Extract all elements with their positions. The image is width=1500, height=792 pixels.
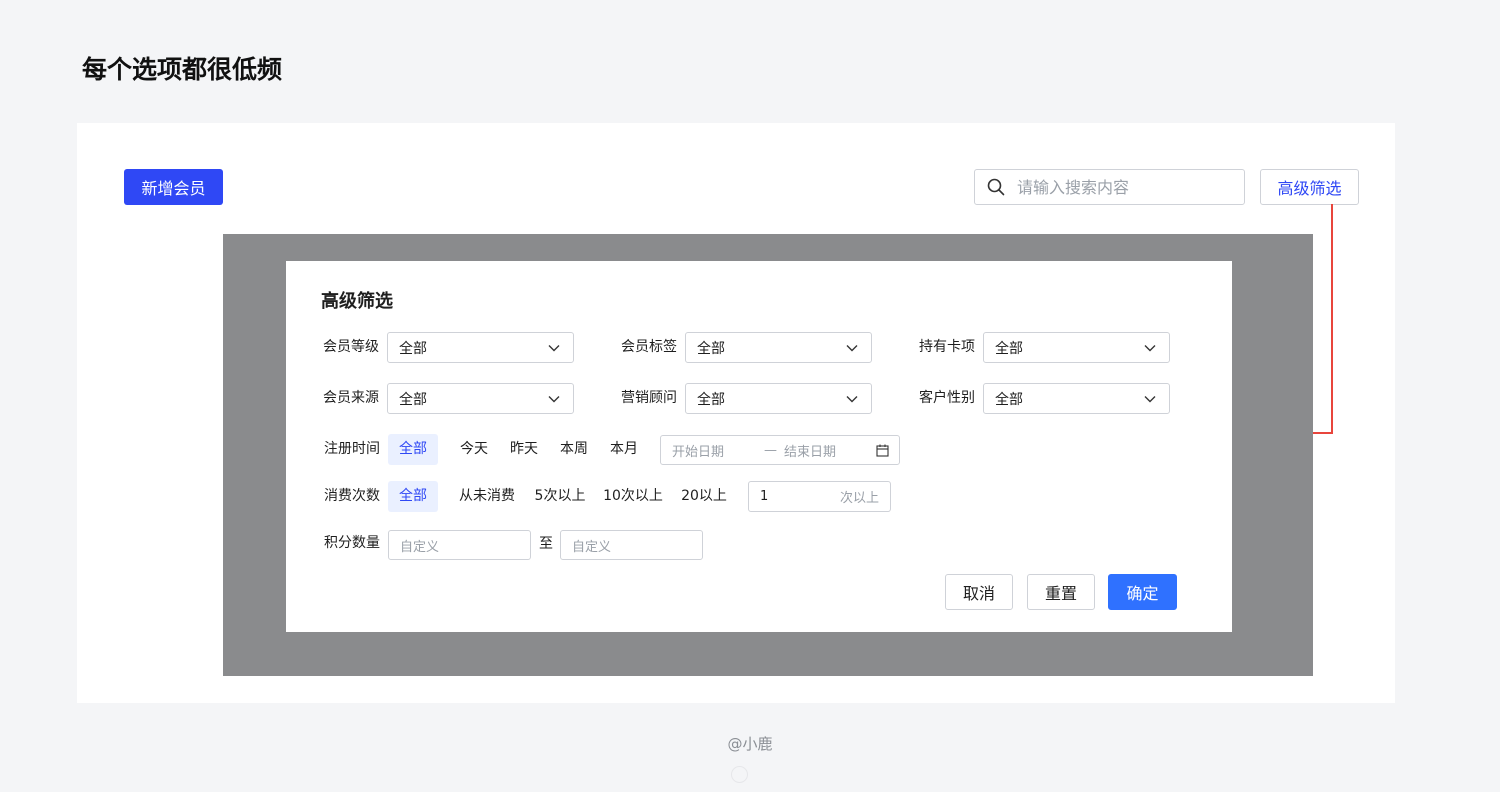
member-source-label: 会员来源 [323, 390, 379, 406]
faint-logo-icon [731, 766, 748, 783]
register-time-label: 注册时间 [324, 441, 380, 457]
gender-select[interactable]: 全部 [983, 383, 1170, 414]
date-range-picker[interactable]: 开始日期 — 结束日期 [660, 435, 900, 465]
card-item-value: 全部 [995, 340, 1023, 357]
reset-button[interactable]: 重置 [1027, 574, 1095, 610]
chevron-down-icon [846, 344, 858, 351]
register-option-this-month[interactable]: 本月 [602, 434, 646, 465]
points-max-input[interactable]: 自定义 [560, 530, 703, 560]
date-separator: — [764, 442, 777, 458]
register-option-today[interactable]: 今天 [452, 434, 496, 465]
consume-option-20plus[interactable]: 20以上 [676, 481, 732, 512]
chevron-down-icon [548, 344, 560, 351]
search-input[interactable] [1015, 176, 1229, 198]
sales-consultant-label: 营销顾问 [621, 390, 677, 406]
confirm-button[interactable]: 确定 [1108, 574, 1177, 610]
points-max-placeholder: 自定义 [572, 539, 612, 555]
consume-option-all[interactable]: 全部 [388, 481, 438, 512]
calendar-icon [876, 444, 889, 457]
page-title: 每个选项都很低频 [82, 55, 283, 84]
modal-title: 高级筛选 [321, 291, 393, 312]
member-level-select[interactable]: 全部 [387, 332, 574, 363]
gender-value: 全部 [995, 391, 1023, 408]
consume-option-10plus[interactable]: 10次以上 [600, 481, 666, 512]
end-date-placeholder[interactable]: 结束日期 [784, 441, 876, 460]
start-date-placeholder[interactable]: 开始日期 [672, 441, 764, 460]
chevron-down-icon [1144, 395, 1156, 402]
search-icon [987, 178, 1005, 196]
register-option-yesterday[interactable]: 昨天 [502, 434, 546, 465]
member-level-label: 会员等级 [323, 339, 379, 355]
gender-label: 客户性别 [919, 390, 975, 406]
member-tag-value: 全部 [697, 340, 725, 357]
sales-consultant-value: 全部 [697, 391, 725, 408]
card-item-label: 持有卡项 [919, 339, 975, 355]
member-source-value: 全部 [399, 391, 427, 408]
points-min-placeholder: 自定义 [400, 539, 440, 555]
advanced-filter-button[interactable]: 高级筛选 [1260, 169, 1359, 205]
custom-count-suffix: 次以上 [839, 491, 879, 506]
cancel-button[interactable]: 取消 [945, 574, 1013, 610]
member-tag-label: 会员标签 [621, 339, 677, 355]
points-min-input[interactable]: 自定义 [388, 530, 531, 560]
member-tag-select[interactable]: 全部 [685, 332, 872, 363]
search-box[interactable] [974, 169, 1245, 205]
chevron-down-icon [548, 395, 560, 402]
points-to-label: 至 [539, 536, 553, 552]
sales-consultant-select[interactable]: 全部 [685, 383, 872, 414]
consume-option-never[interactable]: 从未消费 [454, 481, 520, 512]
custom-count-input[interactable]: 1 次以上 [748, 481, 891, 512]
chevron-down-icon [1144, 344, 1156, 351]
consume-count-label: 消费次数 [324, 488, 380, 504]
member-level-value: 全部 [399, 340, 427, 357]
chevron-down-icon [846, 395, 858, 402]
watermark: @小鹿 [727, 735, 773, 753]
register-option-all[interactable]: 全部 [388, 434, 438, 465]
consume-option-5plus[interactable]: 5次以上 [530, 481, 590, 512]
points-label: 积分数量 [324, 535, 380, 551]
custom-count-value[interactable]: 1 [760, 489, 768, 504]
register-option-this-week[interactable]: 本周 [552, 434, 596, 465]
add-member-button[interactable]: 新增会员 [124, 169, 223, 205]
card-item-select[interactable]: 全部 [983, 332, 1170, 363]
member-source-select[interactable]: 全部 [387, 383, 574, 414]
